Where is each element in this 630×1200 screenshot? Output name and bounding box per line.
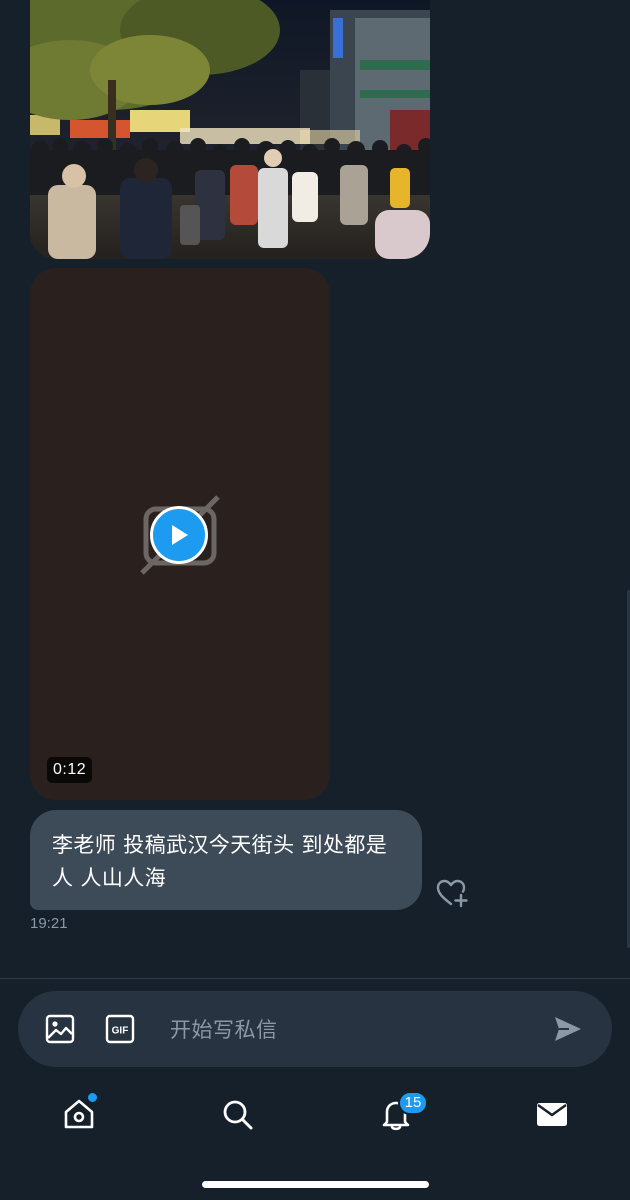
- message-composer: GIF: [18, 991, 612, 1067]
- tab-messages[interactable]: [530, 1092, 574, 1136]
- message-text: 李老师 投稿武汉今天街头 到处都是人 人山人海: [52, 833, 388, 890]
- notification-count-badge: 15: [398, 1091, 428, 1115]
- dm-conversation-screen: 0:12 李老师 投稿武汉今天街头 到处都是人 人山人海 19:21 GIF 开…: [0, 0, 630, 1200]
- search-icon: [223, 1100, 253, 1130]
- mail-icon: [537, 1103, 567, 1126]
- home-unread-dot: [87, 1092, 98, 1103]
- composer-divider: [0, 978, 630, 979]
- gif-icon[interactable]: GIF: [104, 1013, 136, 1045]
- play-video-button[interactable]: [150, 506, 208, 564]
- message-timestamp: 19:21: [30, 915, 68, 932]
- home-indicator: [202, 1181, 429, 1188]
- play-icon: [172, 525, 188, 545]
- send-icon[interactable]: [552, 1013, 584, 1045]
- street-crowd-photo[interactable]: [30, 0, 430, 259]
- image-icon[interactable]: [44, 1013, 76, 1045]
- add-reaction-icon[interactable]: [436, 878, 468, 908]
- message-input[interactable]: [168, 1011, 532, 1049]
- svg-text:GIF: GIF: [112, 1026, 129, 1037]
- tab-search[interactable]: [215, 1092, 259, 1136]
- message-bubble[interactable]: 李老师 投稿武汉今天街头 到处都是人 人山人海: [30, 810, 422, 910]
- video-duration: 0:12: [47, 757, 93, 783]
- image-message[interactable]: [30, 0, 430, 259]
